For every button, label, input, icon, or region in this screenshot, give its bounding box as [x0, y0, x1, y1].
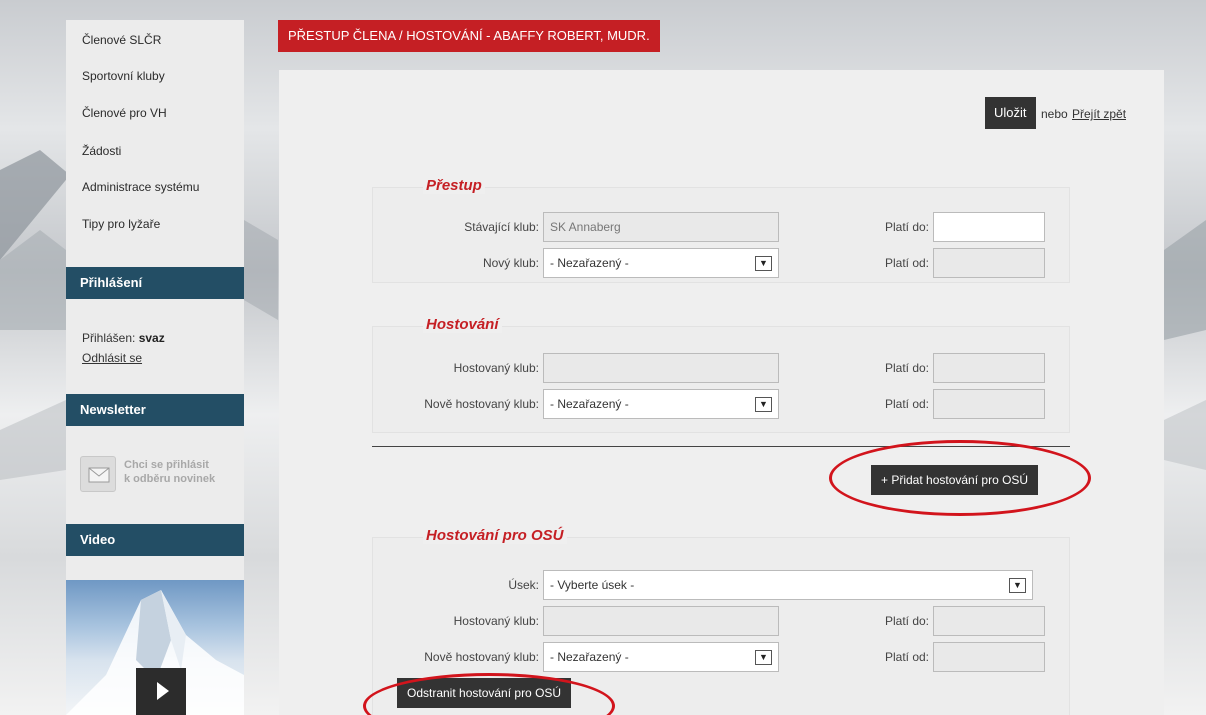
host-valid-to-field	[933, 353, 1045, 383]
host-club-label: Hostovaný klub:	[453, 361, 539, 375]
osu-fieldset: Hostování pro OSÚ Úsek: - Vyberte úsek -…	[372, 527, 1070, 715]
prestup-valid-from-field	[933, 248, 1045, 278]
section-label: Úsek:	[508, 578, 539, 592]
logout-link[interactable]: Odhlásit se	[82, 351, 142, 365]
current-club-label: Stávající klub:	[464, 220, 539, 234]
username: svaz	[138, 331, 165, 345]
or-text: nebo	[1041, 107, 1068, 121]
prestup-fieldset: Přestup Stávající klub: SK Annaberg Plat…	[372, 177, 1070, 283]
chevron-down-icon: ▼	[1009, 578, 1026, 593]
new-club-value: - Nezařazený -	[550, 256, 629, 270]
section-value: - Vyberte úsek -	[550, 578, 635, 592]
envelope-icon	[80, 456, 116, 492]
video-thumbnail[interactable]	[66, 580, 244, 715]
chevron-down-icon: ▼	[755, 256, 772, 271]
prestup-valid-from-label: Platí od:	[884, 256, 929, 270]
nav-item-zadosti[interactable]: Žádosti	[82, 144, 121, 158]
osu-valid-from-field	[933, 642, 1045, 672]
osu-new-host-club-value: - Nezařazený -	[550, 650, 629, 664]
new-club-select[interactable]: - Nezařazený - ▼	[543, 248, 779, 278]
new-host-club-label: Nově hostovaný klub:	[424, 397, 539, 411]
prestup-legend: Přestup	[423, 177, 485, 194]
nav-item-sportovni-kluby[interactable]: Sportovní kluby	[82, 69, 165, 83]
osu-valid-to-field	[933, 606, 1045, 636]
prestup-valid-to-label: Platí do:	[884, 220, 929, 234]
osu-new-host-club-select[interactable]: - Nezařazený - ▼	[543, 642, 779, 672]
chevron-down-icon: ▼	[755, 650, 772, 665]
nav-item-tipy[interactable]: Tipy pro lyžaře	[82, 217, 160, 231]
osu-host-club-label: Hostovaný klub:	[453, 614, 539, 628]
play-button[interactable]	[136, 668, 186, 715]
newsletter-line-2: k odběru novinek	[124, 473, 216, 485]
add-osu-hosting-button[interactable]: + Přidat hostování pro OSÚ	[871, 465, 1039, 495]
new-host-club-value: - Nezařazený -	[550, 397, 629, 411]
login-section-header: Přihlášení	[66, 267, 244, 299]
newsletter-line-1: Chci se přihlásit	[124, 459, 209, 471]
hostovani-fieldset: Hostování Hostovaný klub: Platí do: Nově…	[372, 316, 1070, 433]
newsletter-text: Chci se přihlásit k odběru novinek	[124, 458, 244, 486]
section-divider	[372, 446, 1070, 447]
new-club-label: Nový klub:	[482, 256, 539, 270]
save-button[interactable]: Uložit	[985, 97, 1036, 129]
osu-legend: Hostování pro OSÚ	[423, 527, 567, 544]
nav-item-clenove-pro-vh[interactable]: Členové pro VH	[82, 106, 167, 120]
host-valid-from-label: Platí od:	[884, 397, 929, 411]
remove-osu-hosting-button[interactable]: Odstranit hostování pro OSÚ	[397, 678, 572, 708]
logged-in-status: Přihlášen: svaz	[82, 331, 165, 345]
chevron-down-icon: ▼	[755, 397, 772, 412]
hostovani-legend: Hostování	[423, 316, 502, 333]
osu-new-host-club-label: Nově hostovaný klub:	[424, 650, 539, 664]
current-club-field: SK Annaberg	[543, 212, 779, 242]
nav-item-clenove-slcr[interactable]: Členové SLČR	[82, 33, 161, 47]
new-host-club-select[interactable]: - Nezařazený - ▼	[543, 389, 779, 419]
host-club-field	[543, 353, 779, 383]
prestup-valid-to-field[interactable]	[933, 212, 1045, 242]
video-section-header: Video	[66, 524, 244, 556]
host-valid-from-field	[933, 389, 1045, 419]
page-title: PŘESTUP ČLENA / HOSTOVÁNÍ - ABAFFY ROBER…	[278, 20, 660, 52]
osu-valid-to-label: Platí do:	[884, 614, 929, 628]
osu-host-club-field	[543, 606, 779, 636]
main-panel: Uložit nebo Přejít zpět Přestup Stávajíc…	[279, 70, 1164, 715]
nav-item-administrace[interactable]: Administrace systému	[82, 180, 199, 194]
sidebar: Členové SLČR Sportovní kluby Členové pro…	[66, 20, 244, 715]
logged-in-prefix: Přihlášen:	[82, 331, 139, 345]
back-link[interactable]: Přejít zpět	[1072, 107, 1126, 121]
newsletter-section-header: Newsletter	[66, 394, 244, 426]
section-select[interactable]: - Vyberte úsek - ▼	[543, 570, 1033, 600]
osu-valid-from-label: Platí od:	[884, 650, 929, 664]
newsletter-subscribe[interactable]: Chci se přihlásit k odběru novinek	[80, 452, 242, 496]
play-icon	[157, 682, 169, 700]
host-valid-to-label: Platí do:	[884, 361, 929, 375]
